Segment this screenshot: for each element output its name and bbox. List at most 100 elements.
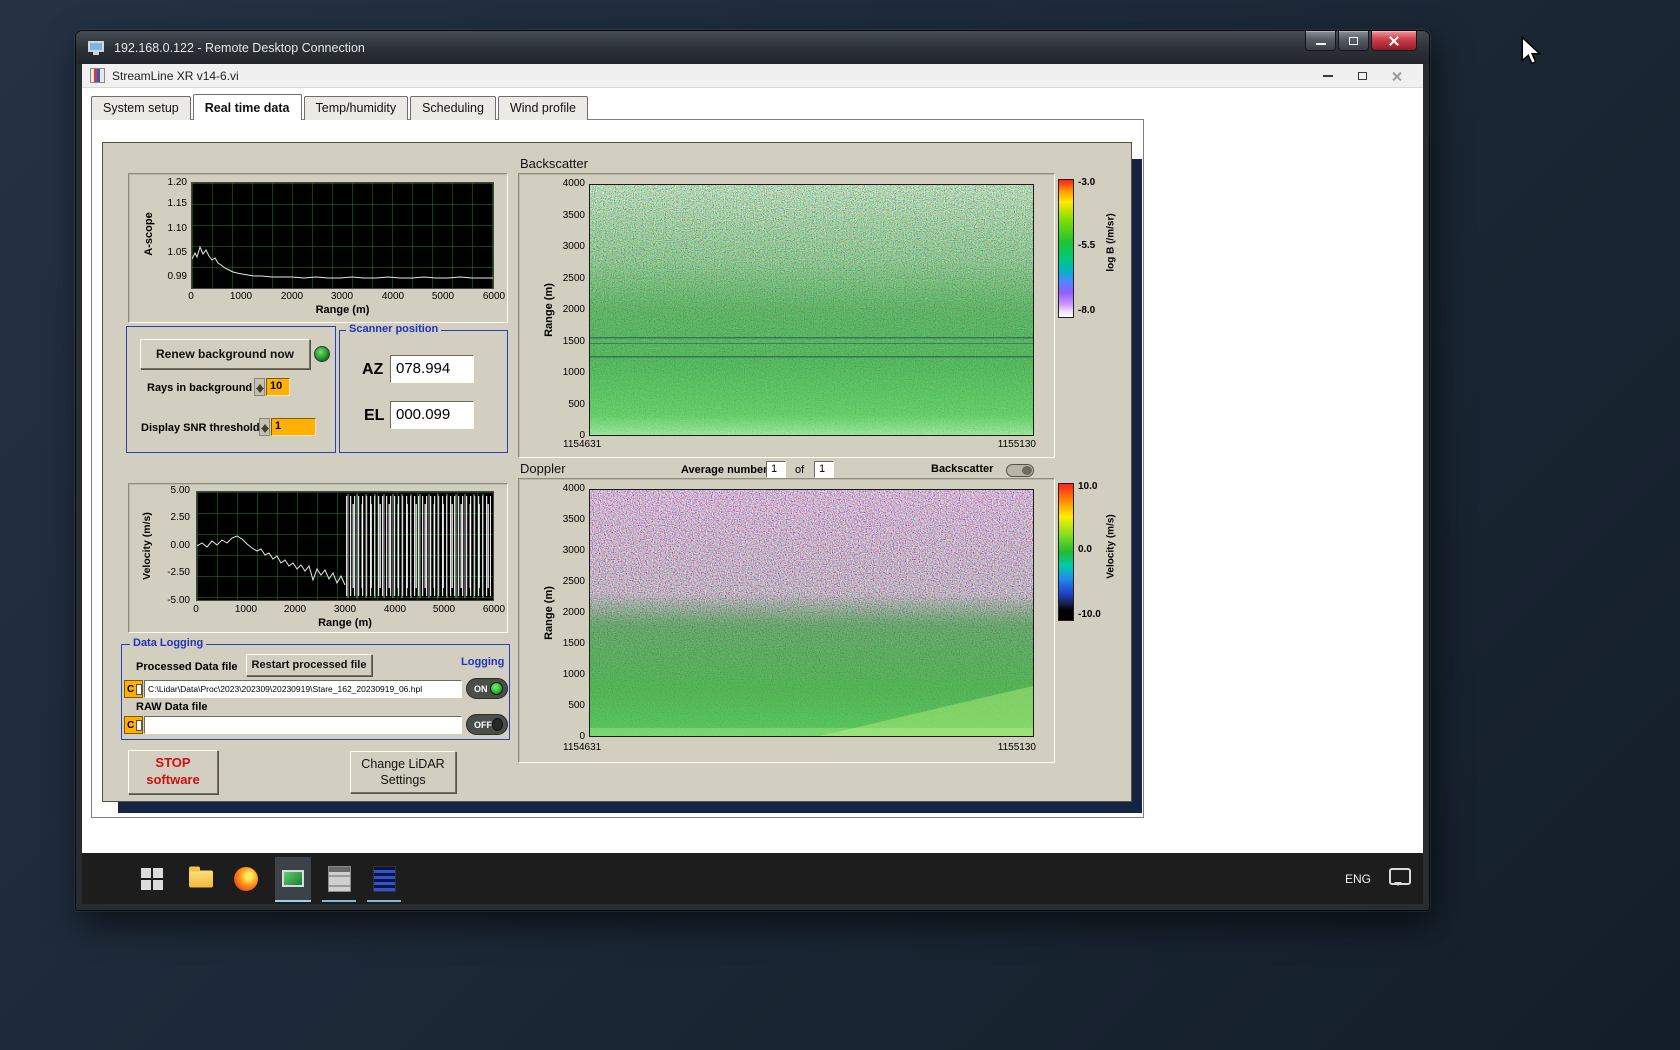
scanner-position-group: Scanner position AZ 078.994 EL 000.099: [339, 323, 508, 453]
mouse-cursor: [1521, 36, 1542, 65]
file-explorer-button[interactable]: [189, 866, 213, 887]
app-restore-button[interactable]: [1345, 65, 1379, 87]
processed-logging-toggle[interactable]: ON: [466, 678, 508, 699]
doppler-plot-area: [589, 489, 1034, 737]
terminal-task[interactable]: [367, 857, 401, 902]
front-panel: A-scope 1.20 1.15 1.10 1.05 0.99 0 1000: [102, 142, 1132, 802]
rdp-restore-button[interactable]: [1338, 31, 1369, 51]
raw-drive-box[interactable]: C: [124, 716, 143, 734]
y-tick: 1.10: [167, 223, 187, 234]
backscatter-toggle-label: Backscatter: [931, 463, 994, 475]
app-titlebar[interactable]: StreamLine XR v14-6.vi: [82, 64, 1423, 88]
minimize-icon: [1315, 42, 1326, 45]
doppler-section-title: Doppler: [520, 461, 566, 476]
rdp-titlebar[interactable]: 192.168.0.122 - Remote Desktop Connectio…: [76, 31, 1429, 64]
y-tick: 3000: [562, 241, 585, 252]
tab-system-setup[interactable]: System setup: [91, 96, 191, 120]
rays-value-field[interactable]: 10: [266, 378, 290, 396]
restart-processed-file-button[interactable]: Restart processed file: [246, 654, 372, 676]
y-tick: 2000: [562, 304, 585, 315]
x-tick: 0: [193, 604, 199, 615]
folder-icon: [189, 866, 213, 887]
app-close-button[interactable]: [1379, 65, 1413, 87]
change-settings-line1: Change LiDAR: [361, 756, 445, 771]
ascope-x-axis-label: Range (m): [315, 304, 370, 316]
tab-page: A-scope 1.20 1.15 1.10 1.05 0.99 0 1000: [91, 119, 1144, 818]
notification-icon[interactable]: [1389, 868, 1411, 886]
app-icon: [90, 68, 105, 83]
tab-temp-humidity[interactable]: Temp/humidity: [303, 96, 409, 120]
logging-label: Logging: [458, 656, 508, 668]
x-tick: 3000: [330, 291, 354, 302]
change-settings-line2: Settings: [380, 773, 426, 787]
scanner-position-title: Scanner position: [346, 323, 442, 335]
tab-scheduling[interactable]: Scheduling: [410, 96, 496, 120]
raw-data-file-label: RAW Data file: [136, 701, 208, 713]
y-tick: 3500: [562, 210, 585, 221]
rdp-minimize-button[interactable]: [1305, 31, 1336, 51]
colorbar-tick: -8.0: [1078, 305, 1096, 316]
y-tick: 2500: [562, 576, 585, 587]
tab-wind-profile[interactable]: Wind profile: [497, 96, 588, 120]
raw-logging-toggle[interactable]: OFF: [466, 714, 508, 735]
firefox-button[interactable]: [234, 866, 258, 891]
velocity-chart: Velocity (m/s) 5.00 2.50 0.00 -2.50 -5.0…: [128, 483, 508, 633]
x-axis-start: 1154631: [563, 439, 602, 450]
average-of-field[interactable]: 1: [814, 461, 834, 478]
y-tick: 2500: [562, 273, 585, 284]
snr-threshold-label: Display SNR threshold: [141, 422, 260, 434]
stop-label-line1: STOP: [155, 755, 191, 771]
snr-value-field[interactable]: 1: [271, 418, 316, 436]
x-axis-end: 1155130: [997, 742, 1036, 753]
logging-on-led: [490, 682, 503, 695]
restore-icon: [1349, 36, 1358, 45]
language-indicator[interactable]: ENG: [1339, 853, 1377, 904]
backscatter-section-title: Backscatter: [520, 156, 588, 171]
y-tick: -2.50: [167, 567, 190, 578]
remote-desktop-icon: [88, 40, 106, 55]
average-number-field[interactable]: 1: [766, 461, 786, 478]
y-tick: 2000: [562, 607, 585, 618]
rays-spinner[interactable]: [254, 378, 265, 396]
processed-drive-box[interactable]: C: [124, 680, 143, 698]
x-tick: 4000: [381, 291, 405, 302]
velocity-plot-area: [196, 491, 494, 601]
rays-in-background-label: Rays in background: [147, 382, 253, 394]
streamline-app-task[interactable]: [275, 857, 311, 902]
doppler-colorbar: [1058, 483, 1074, 621]
rdp-close-button[interactable]: [1371, 31, 1417, 51]
y-tick: 1500: [562, 638, 585, 649]
y-tick: 0.99: [167, 271, 187, 282]
tab-real-time-data[interactable]: Real time data: [192, 94, 302, 120]
x-tick: 5000: [431, 291, 455, 302]
processed-path-field[interactable]: C:\Lidar\Data\Proc\2023\202309\20230919\…: [144, 680, 462, 698]
average-number-label: Average number: [681, 464, 768, 476]
stop-software-button[interactable]: STOP software: [128, 750, 218, 794]
processed-data-file-label: Processed Data file: [136, 661, 238, 673]
el-label: EL: [364, 407, 385, 424]
on-label: ON: [474, 683, 488, 694]
backscatter-toggle[interactable]: [1006, 464, 1034, 477]
colorbar-tick: 10.0: [1078, 481, 1098, 492]
of-label: of: [795, 464, 805, 476]
drive-letter: C: [127, 719, 135, 731]
change-lidar-settings-button[interactable]: Change LiDAR Settings: [350, 751, 456, 793]
x-tick: 3000: [333, 604, 357, 615]
y-tick: 1.20: [167, 177, 187, 188]
y-tick: -5.00: [167, 595, 190, 606]
y-tick: 500: [568, 700, 585, 711]
taskbar: ENG: [82, 853, 1423, 904]
start-button[interactable]: [141, 867, 163, 890]
y-tick: 4000: [562, 178, 585, 189]
ascope-chart: A-scope 1.20 1.15 1.10 1.05 0.99 0 1000: [128, 173, 508, 323]
rdp-window: 192.168.0.122 - Remote Desktop Connectio…: [75, 30, 1430, 911]
app-minimize-button[interactable]: [1311, 65, 1345, 87]
minimize-icon: [1323, 75, 1333, 77]
snr-spinner[interactable]: [259, 418, 270, 436]
scan-scheduler-task[interactable]: [322, 857, 356, 902]
y-tick: 3000: [562, 545, 585, 556]
raw-path-field[interactable]: [144, 716, 462, 734]
backscatter-plot-area: [589, 184, 1034, 436]
remote-screen: StreamLine XR v14-6.vi System setup Real…: [82, 64, 1423, 904]
renew-background-button[interactable]: Renew background now: [140, 339, 310, 369]
